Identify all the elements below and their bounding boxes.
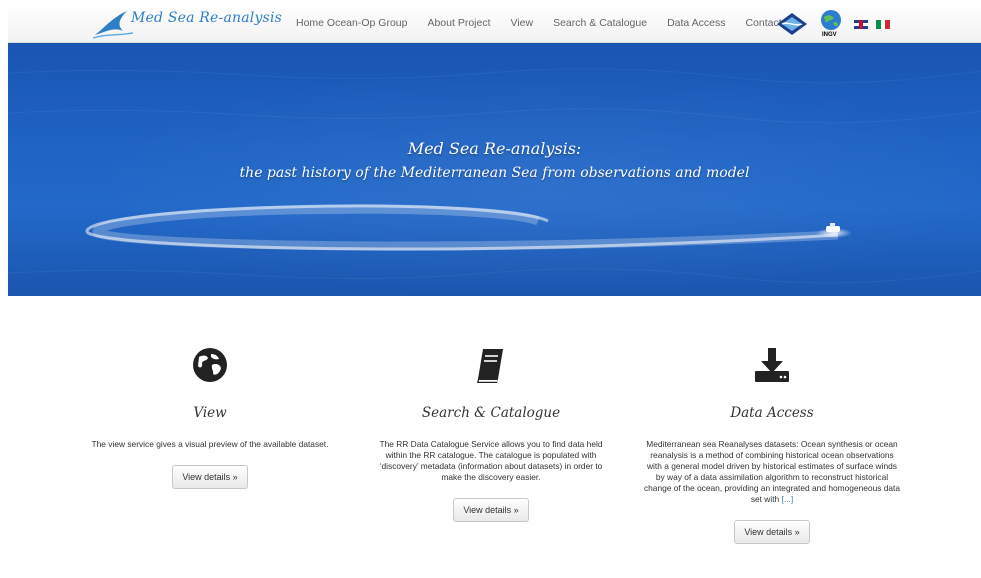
feature-view-text: The view service gives a visual preview … (91, 439, 329, 449)
ingv-globe-icon (821, 10, 841, 30)
nav-view[interactable]: View (501, 4, 544, 43)
main-nav: Home Ocean-Op Group About Project View S… (286, 4, 797, 43)
partner-diamond-logo-icon[interactable] (776, 12, 808, 36)
feature-view: View The view service gives a visual pre… (80, 345, 340, 489)
feature-data-access-text: Mediterranean sea Reanalyses datasets: O… (643, 439, 901, 505)
feature-search-title: Search & Catalogue (421, 405, 561, 421)
hero-title: Med Sea Re-analysis: (407, 139, 582, 158)
top-navbar: Med Sea Re-analysis Home Ocean-Op Group … (8, 4, 981, 43)
feature-search-text: The RR Data Catalogue Service allows you… (379, 439, 603, 482)
view-details-button-view[interactable]: View details » (172, 465, 248, 489)
feature-search-catalogue: Search & Catalogue The RR Data Catalogue… (361, 345, 621, 522)
feature-data-access-title: Data Access (730, 405, 814, 421)
globe-icon (193, 348, 227, 382)
ingv-logo[interactable]: INGV (816, 8, 846, 40)
italy-flag-icon[interactable] (876, 19, 890, 29)
uk-flag-icon[interactable] (854, 19, 868, 29)
hero-banner: Med Sea Re-analysis: the past history of… (8, 43, 981, 296)
brand-name: Med Sea Re-analysis (131, 10, 283, 26)
partner-logos: INGV (776, 8, 890, 40)
brand-logo-link[interactable]: Med Sea Re-analysis (93, 7, 282, 41)
nav-data-access[interactable]: Data Access (657, 4, 735, 43)
view-details-button-search[interactable]: View details » (453, 498, 529, 522)
feature-view-title: View (193, 405, 227, 421)
read-more-link[interactable]: [...] (782, 494, 794, 504)
nav-about-project[interactable]: About Project (417, 4, 500, 43)
hero-subtitle: the past history of the Mediterranean Se… (239, 165, 750, 181)
download-icon (755, 348, 789, 382)
ingv-label: INGV (822, 32, 837, 38)
view-details-button-data-access[interactable]: View details » (734, 520, 810, 544)
book-icon (477, 349, 503, 383)
feature-data-access-body: Mediterranean sea Reanalyses datasets: O… (643, 439, 901, 504)
nav-search-catalogue[interactable]: Search & Catalogue (543, 4, 657, 43)
feature-data-access: Data Access Mediterranean sea Reanalyses… (642, 345, 902, 544)
wave-logo-icon (93, 11, 133, 39)
nav-home-ocean-op-group[interactable]: Home Ocean-Op Group (286, 4, 417, 43)
